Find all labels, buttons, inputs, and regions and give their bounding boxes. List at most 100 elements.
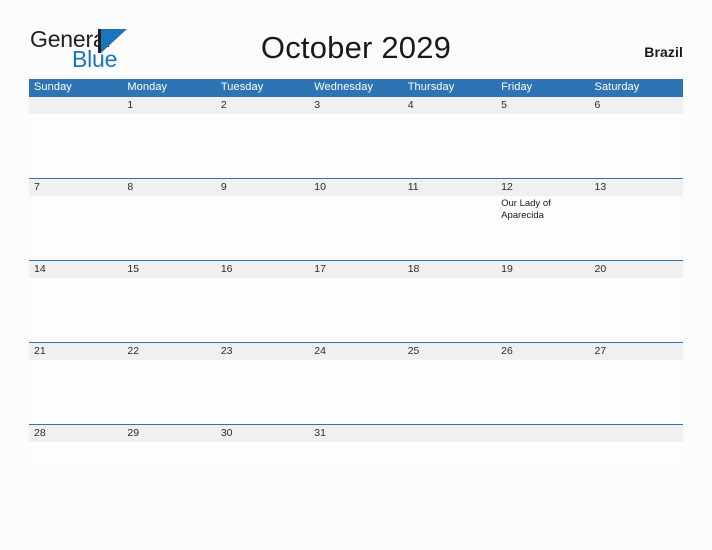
day-cell-25[interactable]: 25 bbox=[402, 342, 497, 425]
day-cell-content: 8 bbox=[122, 179, 216, 260]
day-cell-content: 11 bbox=[402, 179, 497, 260]
weekday-header-row: Sunday Monday Tuesday Wednesday Thursday Frid… bbox=[29, 79, 683, 97]
calendar-week-row: 7 8 9 10 11 12 Our Lady of Aparecida 13 bbox=[29, 178, 683, 261]
day-events: Our Lady of Aparecida bbox=[496, 196, 589, 221]
day-cell-content: 21 bbox=[29, 343, 123, 424]
day-cell-24[interactable]: 24 bbox=[309, 342, 403, 425]
calendar-week-row: 14 15 16 17 18 19 20 bbox=[29, 260, 683, 343]
calendar-week-row: 21 22 23 24 25 26 27 bbox=[29, 342, 683, 425]
day-cell-2[interactable]: 2 bbox=[215, 96, 310, 179]
day-number: 11 bbox=[402, 179, 497, 196]
day-number: 26 bbox=[496, 343, 590, 360]
day-cell-6[interactable]: 6 bbox=[589, 96, 683, 179]
day-cell-16[interactable]: 16 bbox=[215, 260, 310, 343]
day-number bbox=[589, 425, 683, 442]
calendar-week-row: 123456 bbox=[29, 96, 683, 179]
day-number: 19 bbox=[496, 261, 590, 278]
day-number: 27 bbox=[589, 343, 683, 360]
day-cell-17[interactable]: 17 bbox=[309, 260, 403, 343]
day-cell-content: 20 bbox=[589, 261, 683, 342]
day-number: 1 bbox=[122, 97, 216, 114]
day-cell-9[interactable]: 9 bbox=[215, 178, 310, 261]
day-cell-content: 9 bbox=[215, 179, 310, 260]
day-cell-content: 10 bbox=[309, 179, 403, 260]
day-number: 20 bbox=[589, 261, 683, 278]
day-cell-18[interactable]: 18 bbox=[402, 260, 497, 343]
day-cell-19[interactable]: 19 bbox=[496, 260, 590, 343]
day-cell-31[interactable]: 31 bbox=[309, 424, 403, 463]
day-cell-content: 31 bbox=[309, 425, 403, 463]
day-cell-10[interactable]: 10 bbox=[309, 178, 403, 261]
day-cell-4[interactable]: 4 bbox=[402, 96, 497, 179]
day-cell-content: 3 bbox=[309, 97, 403, 178]
day-cell-content: 14 bbox=[29, 261, 123, 342]
day-cell-12[interactable]: 12 Our Lady of Aparecida bbox=[496, 178, 590, 261]
day-cell-content: 17 bbox=[309, 261, 403, 342]
day-number: 30 bbox=[215, 425, 310, 442]
day-cell-8[interactable]: 8 bbox=[122, 178, 216, 261]
day-cell-1[interactable]: 1 bbox=[122, 96, 216, 179]
day-cell-22[interactable]: 22 bbox=[122, 342, 216, 425]
day-cell-30[interactable]: 30 bbox=[215, 424, 310, 463]
day-cell-27[interactable]: 27 bbox=[589, 342, 683, 425]
calendar-body: 1 2 3 4 5 6 7 8 9 10 11 12 Our Lady of Aparecida 13 14… bbox=[29, 96, 683, 463]
day-cell-29[interactable]: 29 bbox=[122, 424, 216, 463]
day-number: 9 bbox=[215, 179, 310, 196]
day-cell-content: 6 bbox=[589, 97, 683, 178]
day-cell-empty bbox=[29, 96, 123, 179]
day-cell-content bbox=[589, 425, 683, 463]
day-cell-content: 24 bbox=[309, 343, 403, 424]
day-cell-23[interactable]: 23 bbox=[215, 342, 310, 425]
day-cell-content: 7 bbox=[29, 179, 123, 260]
day-number bbox=[29, 97, 123, 114]
day-cell-empty bbox=[496, 424, 590, 463]
page-header: General Blue October 2029 Brazil bbox=[0, 0, 712, 78]
day-number: 31 bbox=[309, 425, 403, 442]
day-number: 18 bbox=[402, 261, 497, 278]
day-cell-content: 2 bbox=[215, 97, 310, 178]
holiday-label: Our Lady of Aparecida bbox=[501, 198, 551, 221]
day-number: 2 bbox=[215, 97, 310, 114]
day-cell-3[interactable]: 3 bbox=[309, 96, 403, 179]
day-number: 15 bbox=[122, 261, 216, 278]
day-cell-20[interactable]: 20 bbox=[589, 260, 683, 343]
day-number: 25 bbox=[402, 343, 497, 360]
day-number: 24 bbox=[309, 343, 403, 360]
page-title: October 2029 bbox=[260, 30, 452, 65]
day-cell-content bbox=[402, 425, 497, 463]
day-cell-content: 25 bbox=[402, 343, 497, 424]
day-number: 3 bbox=[309, 97, 403, 114]
day-cell-21[interactable]: 21 bbox=[29, 342, 123, 425]
day-cell-7[interactable]: 7 bbox=[29, 178, 123, 261]
day-number bbox=[496, 425, 590, 442]
day-cell-content: 22 bbox=[122, 343, 216, 424]
calendar-header-row: Sunday Monday Tuesday Wednesday Thursday Frid… bbox=[29, 79, 683, 97]
day-cell-content: 28 bbox=[29, 425, 123, 463]
weekday-header-wednesday: Wednesday bbox=[309, 79, 403, 97]
calendar-week-row: 28 29 30 31 bbox=[29, 424, 683, 463]
day-cell-content bbox=[496, 425, 590, 463]
day-cell-28[interactable]: 28 bbox=[29, 424, 123, 463]
day-number: 5 bbox=[496, 97, 590, 114]
day-number: 14 bbox=[29, 261, 123, 278]
day-cell-empty bbox=[402, 424, 497, 463]
weekday-header-friday: Friday bbox=[496, 79, 590, 97]
day-cell-15[interactable]: 15 bbox=[122, 260, 216, 343]
day-number: 22 bbox=[122, 343, 216, 360]
weekday-header-monday: Monday bbox=[122, 79, 216, 97]
day-cell-14[interactable]: 14 bbox=[29, 260, 123, 343]
day-number: 23 bbox=[215, 343, 310, 360]
weekday-header-thursday: Thursday bbox=[402, 79, 497, 97]
day-number: 16 bbox=[215, 261, 310, 278]
day-number bbox=[402, 425, 497, 442]
day-cell-content: 23 bbox=[215, 343, 310, 424]
day-cell-13[interactable]: 13 bbox=[589, 178, 683, 261]
day-number: 12 bbox=[496, 179, 590, 196]
day-cell-5[interactable]: 5 bbox=[496, 96, 590, 179]
day-number: 10 bbox=[309, 179, 403, 196]
day-cell-content: 29 bbox=[122, 425, 216, 463]
day-number: 6 bbox=[589, 97, 683, 114]
day-cell-11[interactable]: 11 bbox=[402, 178, 497, 261]
day-cell-26[interactable]: 26 bbox=[496, 342, 590, 425]
day-cell-content: 18 bbox=[402, 261, 497, 342]
